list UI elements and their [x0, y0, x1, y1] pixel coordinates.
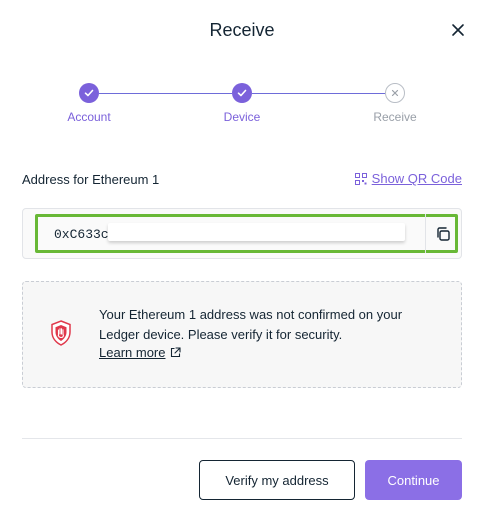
step-account-check: [79, 83, 99, 103]
show-qr-code-label: Show QR Code: [371, 171, 462, 186]
copy-address-button[interactable]: [431, 222, 455, 246]
qr-code-icon: [354, 172, 367, 185]
check-icon: [84, 89, 94, 97]
continue-button[interactable]: Continue: [365, 460, 462, 500]
show-qr-code-link[interactable]: Show QR Code: [354, 171, 462, 186]
address-redaction: [108, 223, 405, 241]
check-icon: [237, 89, 247, 97]
shield-hand-icon: [51, 320, 71, 346]
close-button[interactable]: [448, 20, 470, 42]
learn-more-label: Learn more: [99, 345, 166, 360]
stepper: Account Device Receive: [0, 80, 484, 130]
step-label-receive: Receive: [373, 110, 417, 124]
verify-address-button[interactable]: Verify my address: [199, 460, 355, 500]
copy-icon: [437, 227, 450, 241]
external-link-icon: [171, 347, 182, 358]
step-device-check: [232, 83, 252, 103]
step-label-device: Device: [223, 110, 261, 124]
copy-divider: [425, 214, 426, 253]
step-label-account: Account: [67, 110, 111, 124]
warning-message: Your Ethereum 1 address was not confirme…: [99, 307, 403, 342]
step-receive-pending: [385, 83, 405, 103]
close-icon: [452, 24, 464, 36]
step-connector: [252, 93, 385, 94]
step-connector: [99, 93, 232, 94]
modal-title: Receive: [209, 20, 275, 40]
address-label: Address for Ethereum 1: [22, 172, 160, 187]
footer-divider: [22, 438, 462, 439]
address-value: 0xC633c: [54, 227, 109, 242]
receive-modal: Receive Account Device Receive Address f…: [0, 0, 484, 531]
x-icon: [391, 89, 399, 97]
learn-more-link[interactable]: Learn more: [99, 345, 182, 360]
